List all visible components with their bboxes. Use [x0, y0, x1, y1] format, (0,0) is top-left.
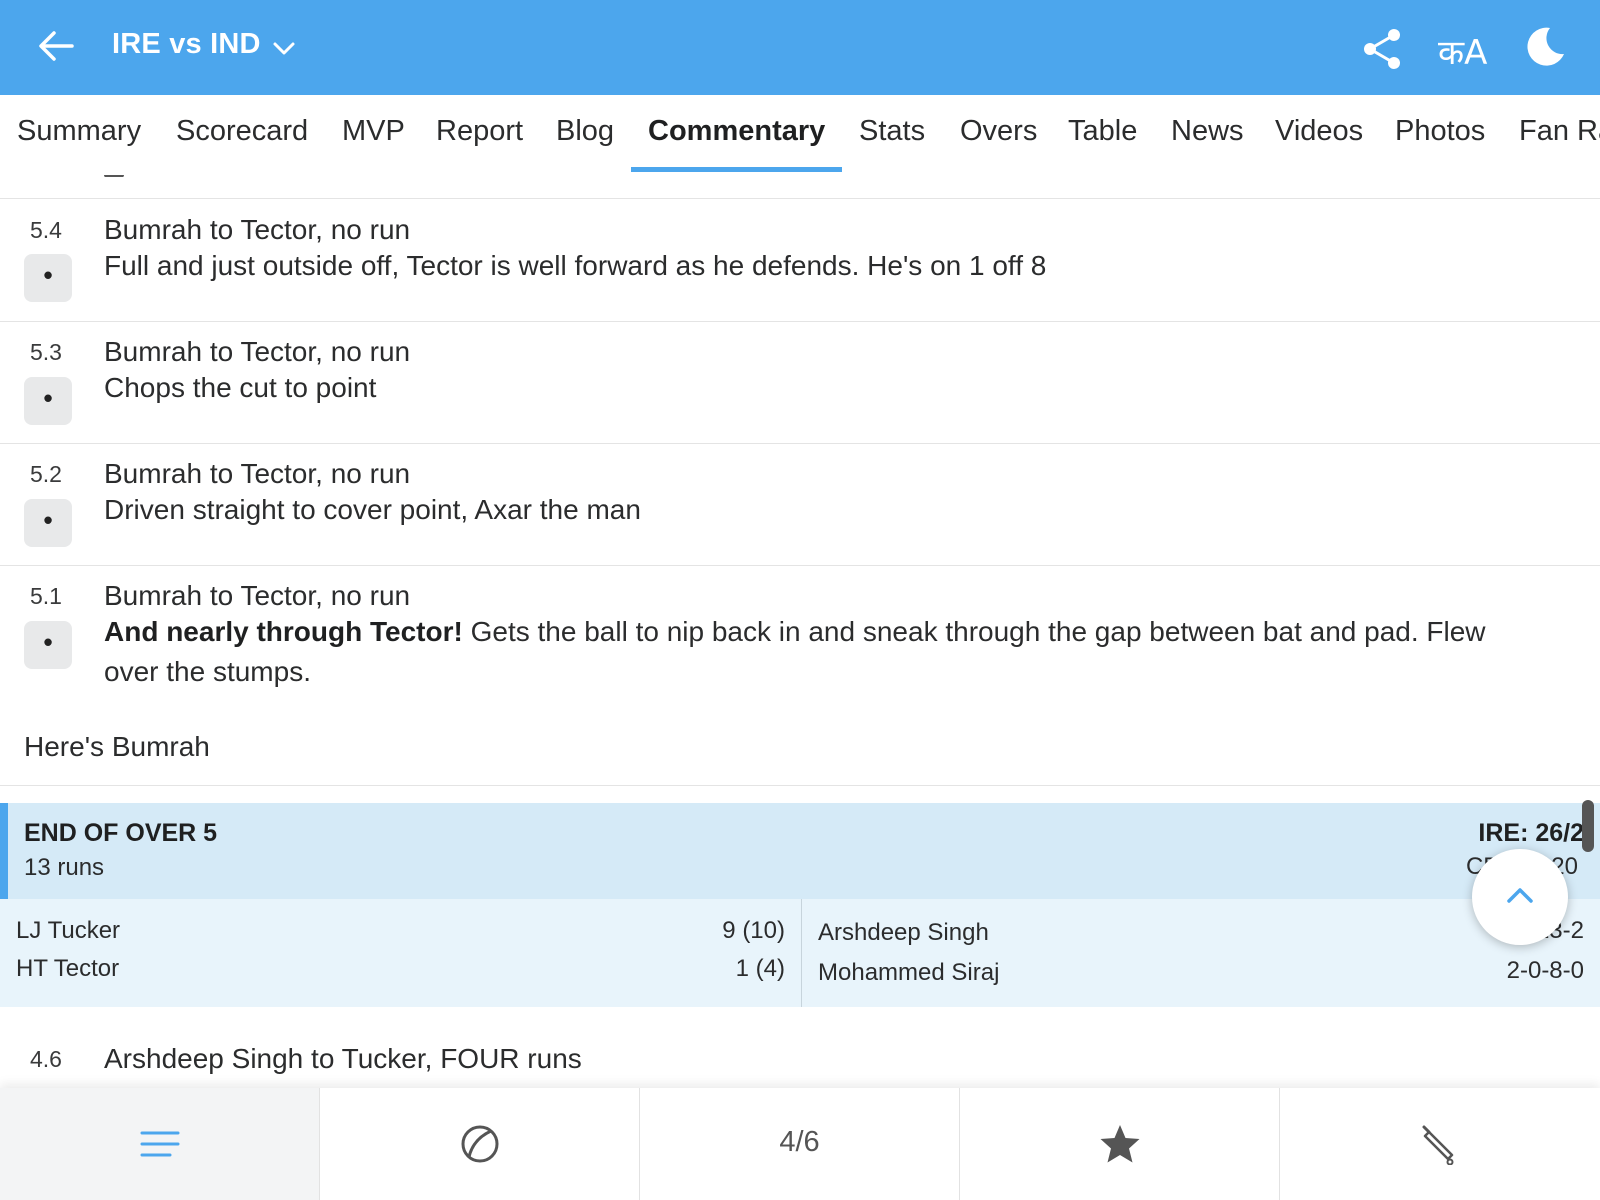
tab-summary[interactable]: Summary: [17, 115, 141, 148]
bottom-nav-page-indicator[interactable]: 4/6: [640, 1088, 960, 1200]
ball-headline: Bumrah to Tector, no run: [104, 214, 411, 245]
tab-commentary[interactable]: Commentary: [648, 115, 825, 148]
divider: [0, 198, 1600, 199]
active-tab-indicator: [631, 167, 842, 172]
star-icon: [1100, 1125, 1139, 1163]
bottom-nav-live[interactable]: [320, 1088, 640, 1200]
tab-videos[interactable]: Videos: [1275, 115, 1363, 148]
scrollbar-thumb[interactable]: [1582, 800, 1594, 852]
dark-mode-moon-icon[interactable]: [1522, 24, 1566, 68]
language-toggle[interactable]: कA: [1438, 28, 1487, 74]
over-runs: 13 runs: [24, 854, 105, 881]
bottom-nav-favorites[interactable]: [960, 1088, 1280, 1200]
batter-name[interactable]: HT Tector: [16, 955, 119, 983]
over-number: 4.6: [30, 1046, 62, 1072]
column-divider: [801, 899, 802, 1007]
divider: [0, 565, 1600, 566]
tab-photos[interactable]: Photos: [1395, 115, 1485, 148]
cricket-bat-icon: [1422, 1125, 1453, 1165]
tab-mvp[interactable]: MVP: [342, 115, 405, 148]
back-arrow-icon[interactable]: [36, 26, 76, 66]
bowler-figures: 2-0-8-0: [1506, 957, 1584, 984]
tab-fan-ratings[interactable]: Fan Ra: [1519, 115, 1600, 148]
over-number: 5.2: [30, 461, 62, 487]
over-number: 5.3: [30, 339, 62, 365]
clipped-text-fragment: [104, 165, 404, 177]
end-of-over-title: END OF OVER 5: [24, 819, 218, 847]
match-title[interactable]: IRE vs IND: [112, 28, 261, 61]
ball-result-badge: •: [24, 621, 72, 669]
share-icon[interactable]: [1362, 28, 1402, 70]
ball-text: And nearly through Tector! Gets the ball…: [104, 612, 1544, 692]
app-bar: IRE vs IND कA: [0, 0, 1600, 95]
ball-text: Full and just outside off, Tector is wel…: [104, 250, 1047, 281]
page-indicator: 4/6: [779, 1126, 820, 1158]
bottom-nav-scorecard[interactable]: [1280, 1088, 1599, 1200]
ball-headline: Bumrah to Tector, no run: [104, 458, 411, 489]
ball-result-badge: •: [24, 254, 72, 302]
ball-headline: Bumrah to Tector, no run: [104, 336, 411, 367]
ball-headline: Arshdeep Singh to Tucker, FOUR runs: [104, 1043, 582, 1074]
batter-score: 9 (10): [722, 917, 785, 944]
batter-name[interactable]: LJ Tucker: [16, 917, 120, 945]
tab-news[interactable]: News: [1171, 115, 1244, 148]
tab-stats[interactable]: Stats: [859, 115, 925, 148]
accent-bar: [0, 803, 8, 899]
over-players-panel: LJ Tucker 9 (10) HT Tector 1 (4) Arshdee…: [0, 899, 1600, 1007]
bowler-name[interactable]: Mohammed Siraj: [818, 959, 999, 987]
bottom-nav: 4/6: [0, 1088, 1600, 1200]
tab-report[interactable]: Report: [436, 115, 523, 148]
ball-result-badge: •: [24, 499, 72, 547]
menu-lines-icon: [140, 1131, 179, 1157]
ball-text: Driven straight to cover point, Axar the…: [104, 494, 641, 525]
over-number: 5.1: [30, 583, 62, 609]
cricket-ball-icon: [461, 1125, 498, 1163]
divider: [0, 785, 1600, 786]
tab-scorecard[interactable]: Scorecard: [176, 115, 308, 148]
commentary-note: Here's Bumrah: [24, 731, 210, 762]
tab-blog[interactable]: Blog: [556, 115, 614, 148]
ball-headline: Bumrah to Tector, no run: [104, 580, 411, 611]
bowler-name[interactable]: Arshdeep Singh: [818, 919, 989, 947]
tab-bar: Summary Scorecard MVP Report Blog Commen…: [0, 95, 1600, 175]
over-number: 5.4: [30, 217, 62, 243]
bottom-nav-commentary[interactable]: [0, 1088, 320, 1200]
team-score: IRE: 26/2: [1478, 819, 1584, 847]
scroll-to-top-button[interactable]: [1472, 849, 1568, 945]
chevron-up-icon: [1507, 888, 1533, 903]
end-of-over-summary: END OF OVER 5 13 runs IRE: 26/2 CRR: 5.2…: [0, 803, 1600, 899]
tab-overs[interactable]: Overs: [960, 115, 1037, 148]
ball-text: Chops the cut to point: [104, 372, 377, 403]
divider: [0, 321, 1600, 322]
batter-score: 1 (4): [735, 955, 785, 982]
ball-result-badge: •: [24, 377, 72, 425]
divider: [0, 443, 1600, 444]
ball-text-emphasis: And nearly through Tector!: [104, 616, 463, 647]
tab-table[interactable]: Table: [1068, 115, 1137, 148]
chevron-down-icon[interactable]: [272, 36, 296, 60]
